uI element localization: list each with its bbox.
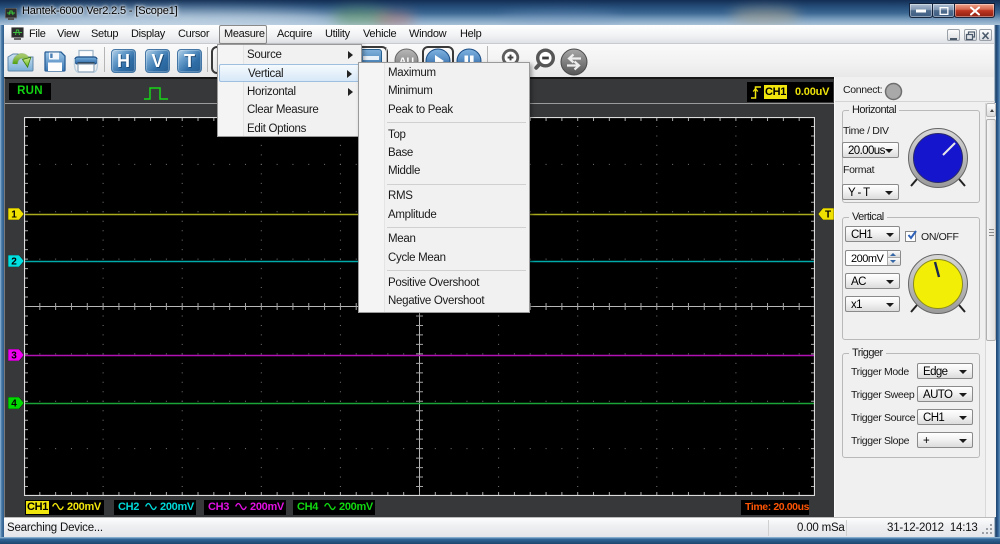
svg-text:1: 1 (11, 210, 17, 221)
svg-text:4: 4 (11, 399, 17, 410)
svg-text:T: T (825, 210, 831, 221)
svg-text:3: 3 (11, 351, 17, 362)
svg-text:2: 2 (11, 257, 17, 268)
